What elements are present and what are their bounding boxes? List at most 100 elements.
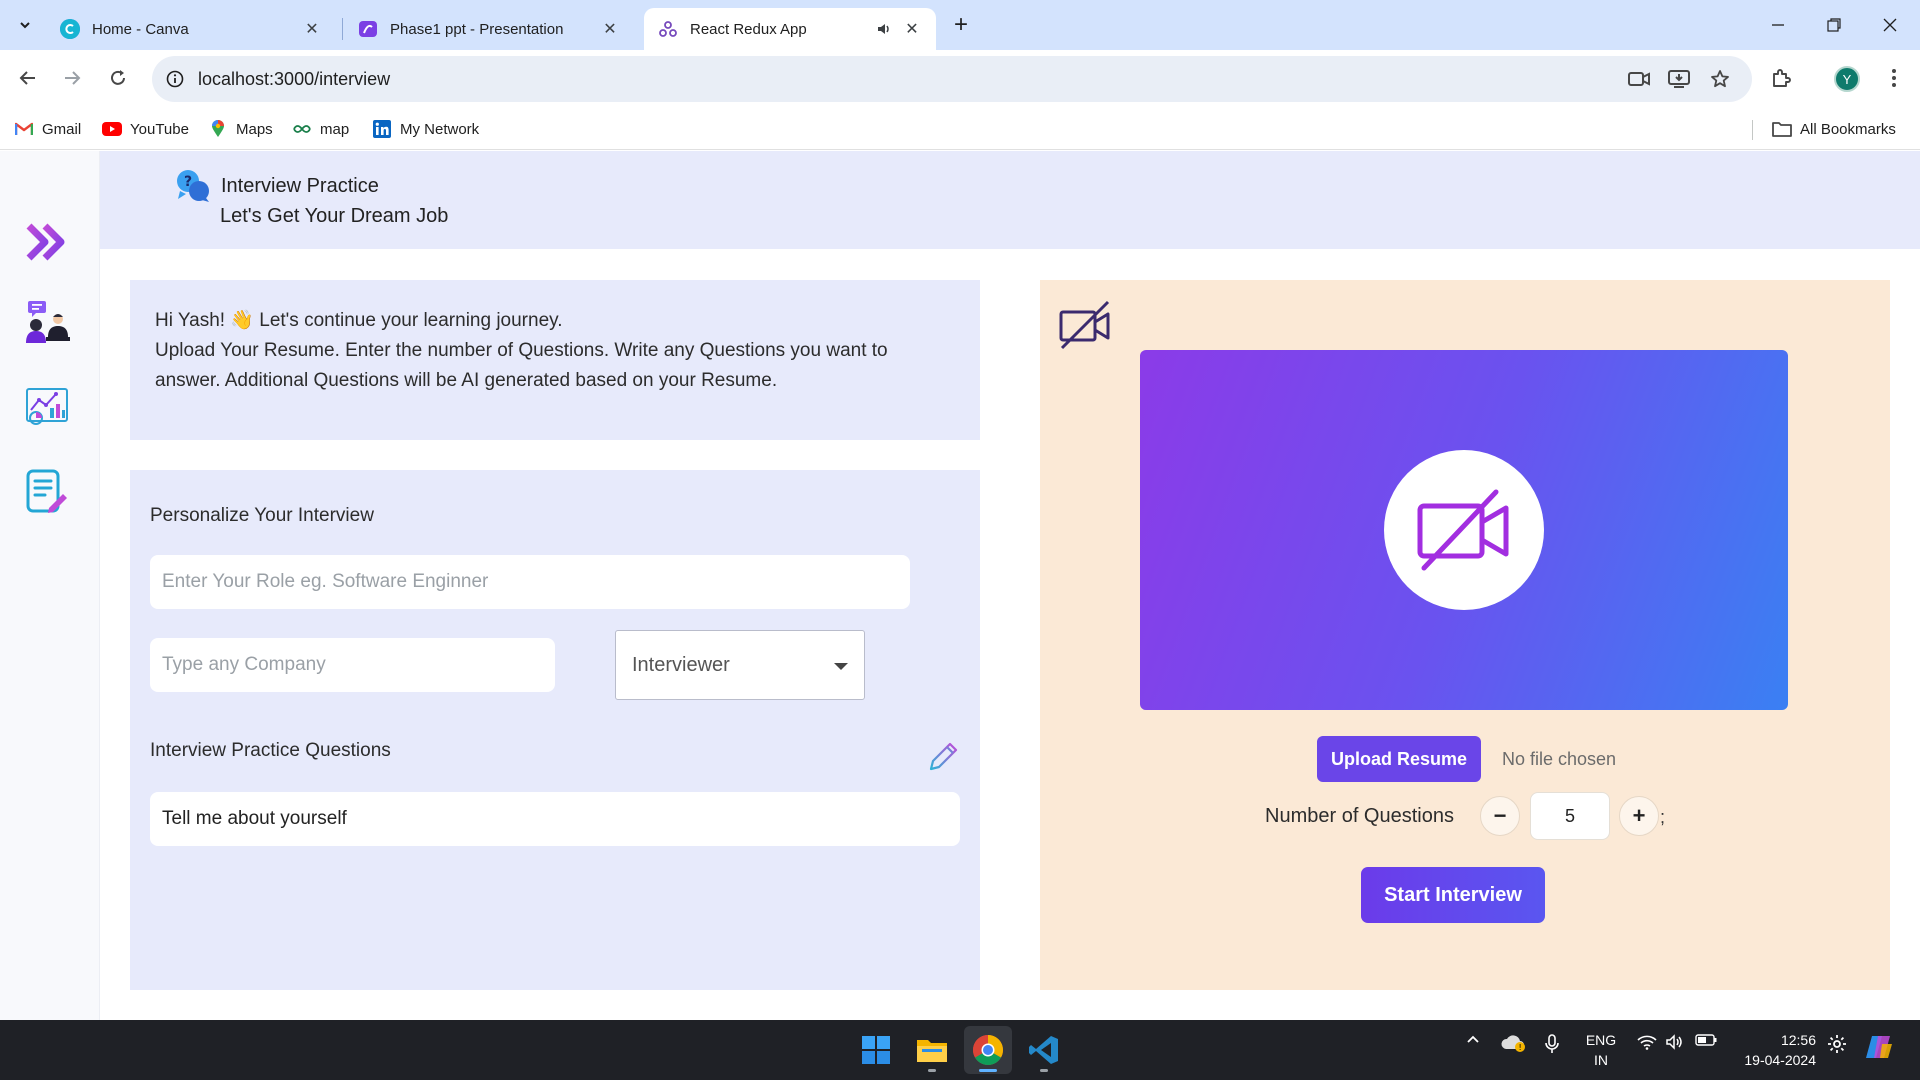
start-button[interactable] (852, 1026, 900, 1074)
close-icon[interactable]: ✕ (902, 19, 922, 39)
increment-button[interactable]: + (1619, 796, 1659, 836)
camera-off-icon[interactable] (1058, 298, 1112, 350)
svg-text:!: ! (1519, 1043, 1522, 1052)
page-subtitle: Let's Get Your Dream Job (220, 205, 449, 227)
app-content: ? Interview Practice Let's Get Your Drea… (0, 151, 1920, 1020)
video-preview (1140, 350, 1788, 710)
close-icon[interactable]: ✕ (302, 19, 322, 39)
question-chat-icon: ? (177, 170, 209, 202)
tab-canva[interactable]: Home - Canva ✕ (46, 8, 336, 50)
close-icon[interactable]: ✕ (600, 19, 620, 39)
double-chevron-right-icon (26, 223, 65, 261)
maps-icon (208, 120, 228, 138)
chrome-icon (972, 1035, 1004, 1066)
company-input[interactable]: Type any Company (150, 638, 555, 692)
settings-gear-icon[interactable] (1824, 1034, 1850, 1054)
browser-toolbar: localhost:3000/interview Y (0, 50, 1920, 108)
tab-presentation[interactable]: Phase1 ppt - Presentation ✕ (344, 8, 634, 50)
clock-date: 19-04-2024 (1744, 1052, 1816, 1068)
bookmark-label: Maps (236, 120, 273, 138)
bookmark-maps[interactable]: Maps (208, 116, 273, 142)
tab-search-button[interactable] (10, 10, 40, 40)
app-header: ? Interview Practice Let's Get Your Drea… (100, 151, 1920, 249)
onedrive-icon[interactable]: ! (1498, 1034, 1528, 1052)
sidebar-item-interview[interactable] (24, 299, 70, 345)
extensions-icon[interactable] (1763, 60, 1799, 96)
interviewer-select[interactable]: Interviewer (615, 630, 865, 700)
decrement-button[interactable]: − (1480, 796, 1520, 836)
number-of-questions-input[interactable]: 5 (1530, 792, 1610, 840)
minimize-button[interactable] (1750, 0, 1806, 50)
speaker-icon[interactable] (874, 19, 894, 39)
close-icon (1883, 18, 1897, 32)
question-item[interactable]: Tell me about yourself (150, 792, 960, 846)
upload-resume-button[interactable]: Upload Resume (1317, 736, 1481, 782)
windows-taskbar: ! ENG IN 12:56 19-04-2024 (0, 1020, 1920, 1080)
pencil-edit-icon[interactable] (926, 740, 960, 774)
welcome-instructions: Upload Your Resume. Enter the number of … (155, 340, 888, 391)
sidebar-item-analytics[interactable] (24, 383, 70, 429)
profile-avatar[interactable]: Y (1834, 66, 1860, 92)
sidebar-item-notes[interactable] (24, 469, 70, 515)
new-tab-button[interactable]: + (946, 10, 976, 40)
clock-time: 12:56 (1780, 1032, 1816, 1048)
folder-icon (917, 1040, 947, 1062)
sidebar-item-expand[interactable] (24, 219, 70, 265)
tray-overflow-chevron-icon[interactable] (1460, 1034, 1486, 1044)
wifi-icon[interactable] (1634, 1034, 1660, 1050)
volume-icon[interactable] (1662, 1034, 1688, 1050)
file-status: No file chosen (1502, 749, 1617, 769)
bookmark-label: map (320, 120, 350, 138)
all-bookmarks-button[interactable]: All Bookmarks (1772, 116, 1896, 142)
canva-icon (60, 19, 80, 39)
linkedin-icon (372, 120, 392, 138)
address-bar[interactable]: localhost:3000/interview (152, 56, 1752, 102)
microphone-icon[interactable] (1538, 1034, 1566, 1054)
interviewer-select-value: Interviewer (632, 653, 730, 676)
video-off-indicator (1384, 450, 1544, 610)
folder-icon (1772, 120, 1792, 138)
vscode-icon (1029, 1036, 1058, 1064)
copilot-icon[interactable] (1862, 1034, 1896, 1060)
bookmarks-divider (1752, 120, 1753, 140)
language-indicator[interactable]: ENG IN (1578, 1030, 1624, 1070)
bookmark-map[interactable]: map (292, 116, 349, 142)
running-indicator (928, 1069, 936, 1072)
bookmark-gmail[interactable]: Gmail (14, 116, 81, 142)
camera-icon[interactable] (1624, 64, 1654, 94)
sidebar (0, 151, 100, 1020)
bookmark-my-network[interactable]: My Network (372, 116, 479, 142)
reload-button[interactable] (100, 60, 136, 96)
questions-heading: Interview Practice Questions (150, 740, 391, 761)
close-window-button[interactable] (1862, 0, 1918, 50)
star-icon[interactable] (1705, 64, 1735, 94)
bookmark-label: YouTube (130, 120, 189, 138)
role-placeholder: Enter Your Role eg. Software Enginner (162, 571, 489, 592)
url-text[interactable]: localhost:3000/interview (198, 69, 390, 90)
region-code: IN (1594, 1052, 1608, 1068)
battery-icon[interactable] (1692, 1034, 1720, 1046)
chevron-down-icon (20, 22, 30, 29)
tab-react-redux-app[interactable]: React Redux App ✕ (644, 8, 936, 50)
redux-icon (658, 19, 678, 39)
taskbar-chrome[interactable] (964, 1026, 1012, 1074)
system-clock[interactable]: 12:56 19-04-2024 (1730, 1030, 1816, 1070)
bookmarks-bar: Gmail YouTube Maps map My Network All Bo… (0, 108, 1920, 150)
back-button[interactable] (10, 60, 46, 96)
install-app-icon[interactable] (1664, 64, 1694, 94)
forward-button[interactable] (54, 60, 90, 96)
menu-kebab-icon[interactable] (1876, 60, 1912, 96)
role-input[interactable]: Enter Your Role eg. Software Enginner (150, 555, 910, 609)
restore-button[interactable] (1806, 0, 1862, 50)
tab-title: Phase1 ppt - Presentation (390, 20, 564, 38)
number-of-questions-label: Number of Questions (1265, 805, 1454, 827)
welcome-greeting: Hi Yash! 👋 Let's continue your learning … (155, 310, 563, 331)
bookmark-youtube[interactable]: YouTube (102, 116, 189, 142)
site-info-icon[interactable] (152, 56, 198, 102)
taskbar-file-explorer[interactable] (908, 1026, 956, 1074)
start-interview-button[interactable]: Start Interview (1361, 867, 1545, 923)
taskbar-vscode[interactable] (1020, 1026, 1068, 1074)
tab-title: Home - Canva (92, 20, 189, 38)
interview-setup-panel: Upload Resume No file chosen Number of Q… (1040, 280, 1890, 990)
bookmark-label: Gmail (42, 120, 82, 138)
